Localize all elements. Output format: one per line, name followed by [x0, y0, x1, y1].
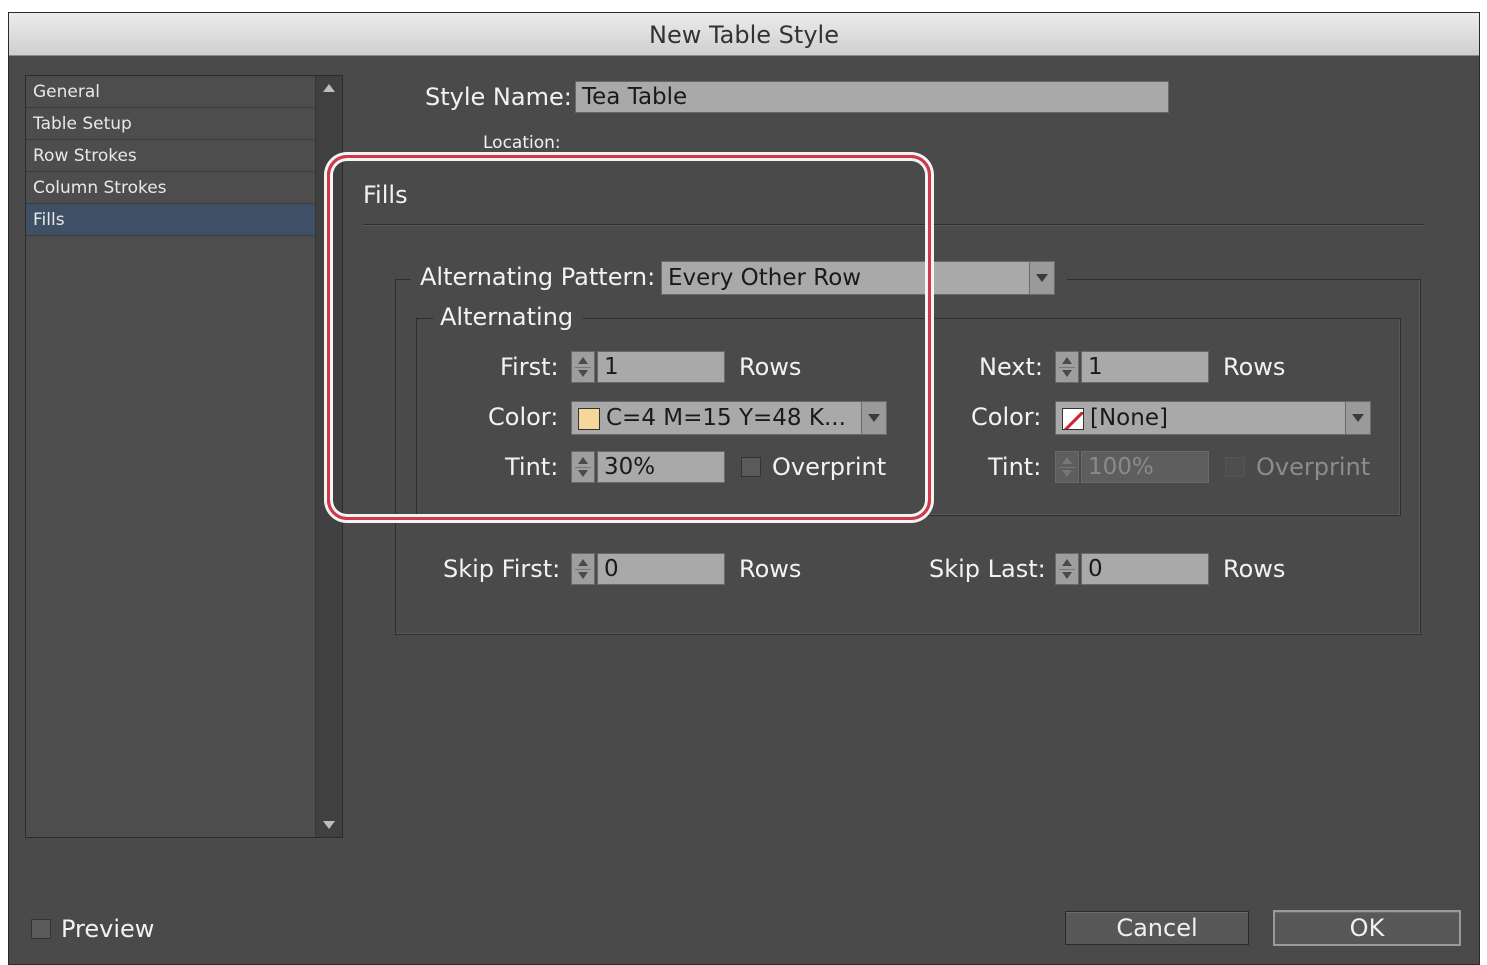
- skip-first-input[interactable]: 0: [597, 553, 725, 585]
- skip-last-input[interactable]: 0: [1081, 553, 1209, 585]
- sidebar-item-column-strokes[interactable]: Column Strokes: [26, 172, 315, 204]
- next-rows-unit: Rows: [1223, 353, 1286, 381]
- sidebar-item-general[interactable]: General: [26, 76, 315, 108]
- fills-highlight-annotation: [327, 155, 931, 520]
- ok-button[interactable]: OK: [1273, 910, 1461, 946]
- next-tint-input: 100%: [1081, 451, 1209, 483]
- chevron-down-icon[interactable]: [1345, 402, 1370, 434]
- sidebar-item-fills[interactable]: Fills: [26, 204, 315, 236]
- chevron-down-icon[interactable]: [1029, 262, 1054, 294]
- preview-checkbox[interactable]: [31, 919, 51, 939]
- skip-first-label: Skip First:: [443, 555, 561, 583]
- next-overprint-label: Overprint: [1256, 453, 1371, 481]
- skip-last-stepper[interactable]: [1055, 553, 1079, 585]
- cancel-button[interactable]: Cancel: [1065, 911, 1249, 945]
- next-color-label: Color:: [971, 403, 1042, 431]
- skip-first-unit: Rows: [739, 555, 802, 583]
- sidebar-item-table-setup[interactable]: Table Setup: [26, 108, 315, 140]
- location-label: Location:: [483, 133, 561, 153]
- next-tint-label: Tint:: [988, 453, 1042, 481]
- skip-last-unit: Rows: [1223, 555, 1286, 583]
- style-name-label: Style Name:: [425, 83, 572, 111]
- skip-last-label: Skip Last:: [929, 555, 1046, 583]
- next-label: Next:: [979, 353, 1043, 381]
- new-table-style-dialog: New Table Style General Table Setup Row …: [8, 12, 1480, 965]
- next-color-select[interactable]: [None]: [1055, 401, 1371, 435]
- style-name-input[interactable]: Tea Table: [575, 81, 1169, 113]
- next-rows-input[interactable]: 1: [1081, 351, 1209, 383]
- scroll-down-icon[interactable]: [323, 821, 335, 829]
- scroll-up-icon[interactable]: [323, 84, 335, 92]
- category-list[interactable]: General Table Setup Row Strokes Column S…: [25, 75, 343, 838]
- sidebar-item-row-strokes[interactable]: Row Strokes: [26, 140, 315, 172]
- dialog-title: New Table Style: [9, 13, 1479, 56]
- next-color-value: [None]: [1090, 405, 1168, 431]
- skip-first-stepper[interactable]: [571, 553, 595, 585]
- next-stepper[interactable]: [1055, 351, 1079, 383]
- preview-label: Preview: [61, 915, 155, 943]
- next-overprint-checkbox: [1225, 457, 1245, 477]
- next-tint-stepper: [1055, 451, 1079, 483]
- none-swatch-icon: [1062, 408, 1084, 430]
